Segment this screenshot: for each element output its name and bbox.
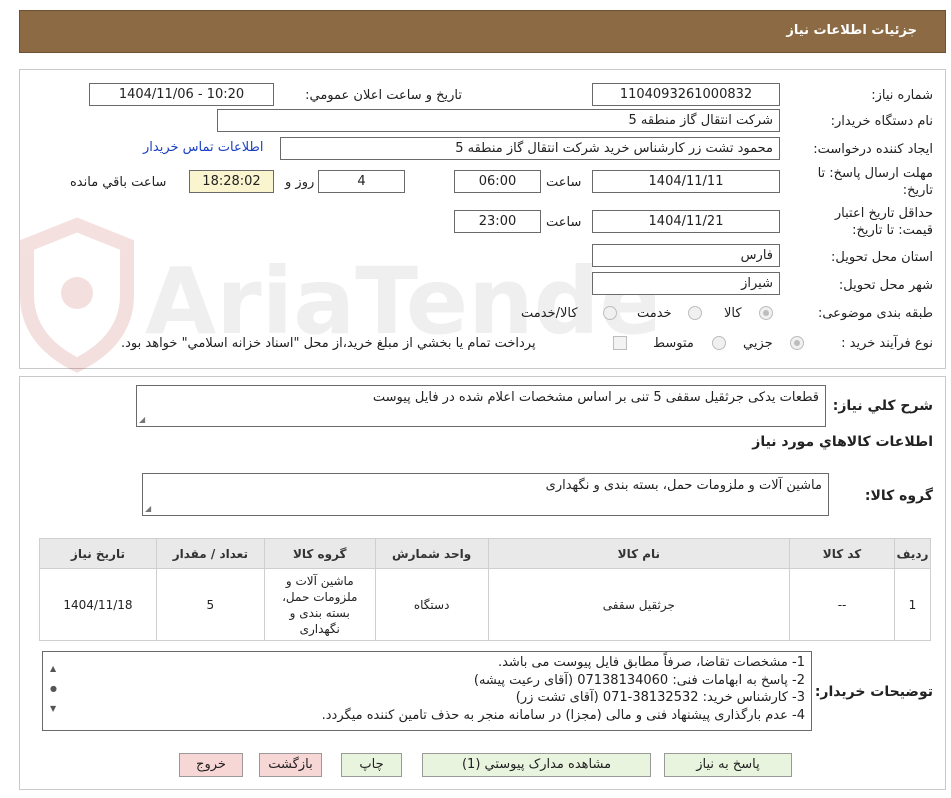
scroll-thumb-icon[interactable]: ●	[50, 680, 57, 698]
days-remaining-field: 4	[318, 170, 405, 193]
days-label: روز و	[285, 175, 315, 190]
reply-deadline-label-2: تاريخ:	[902, 183, 933, 198]
resize-grip-icon[interactable]: ◢	[139, 415, 145, 424]
reply-to-need-button[interactable]: پاسخ به نياز	[664, 753, 792, 777]
col-row: رديف	[893, 538, 932, 569]
province-label: استان محل تحويل:	[831, 250, 933, 265]
treasury-checkbox[interactable]	[613, 336, 627, 350]
note-line: 3- کارشناس خريد: 38132532-071 (آقای تشت …	[515, 690, 805, 705]
goods-group-textarea[interactable]: ماشين آلات و ملزومات حمل، بسته بندی و نگ…	[142, 473, 829, 516]
category-service-label: خدمت	[637, 306, 672, 321]
cell-goods-group: ماشين آلات و ملزومات حمل، بسته بندی و نگ…	[263, 568, 376, 641]
process-medium-radio[interactable]	[712, 336, 726, 350]
need-number-label: شماره نیاز:	[871, 88, 933, 103]
goods-group-label: گروه کالا:	[864, 488, 933, 504]
need-number-field: 1104093261000832	[592, 83, 780, 106]
buyer-notes-label: توضيحات خريدار:	[814, 684, 933, 700]
cell-goods-name: جرثقيل سقفی	[487, 568, 791, 641]
process-medium-label: متوسط	[653, 336, 694, 351]
view-attachments-button[interactable]: مشاهده مدارک پيوستي (1)	[422, 753, 651, 777]
reply-deadline-label: مهلت ارسال پاسخ: تا	[817, 166, 933, 181]
col-goods-code: کد کالا	[789, 538, 895, 569]
reply-time-field: 06:00	[454, 170, 541, 193]
summary-text: قطعات يدکی جرثقيل سقفی 5 تنی بر اساس مشخ…	[372, 390, 819, 405]
creator-label: ايجاد کننده درخواست:	[813, 142, 933, 157]
buyer-org-label: نام دستگاه خريدار:	[830, 114, 933, 129]
goods-group-text: ماشين آلات و ملزومات حمل، بسته بندی و نگ…	[545, 478, 822, 493]
note-line: 2- پاسخ به ابهامات فنی: 07138134060 (آقا…	[473, 672, 805, 688]
remaining-time-field: 18:28:02	[189, 170, 274, 193]
treasury-note: پرداخت تمام يا بخشي از مبلغ خريد،از محل …	[121, 336, 536, 351]
cell-qty: 5	[155, 568, 265, 641]
resize-grip-icon[interactable]: ◢	[145, 504, 151, 513]
category-label: طبقه بندی موضوعی:	[817, 306, 933, 321]
buyer-org-field: شرکت انتقال گاز منطقه 5	[217, 109, 780, 132]
page-header: جزئیات اطلاعات نیاز	[19, 10, 946, 53]
goods-table: تاريخ نياز تعداد / مقدار گروه کالا واحد …	[39, 538, 932, 641]
print-button[interactable]: چاپ	[341, 753, 402, 777]
note-line: 4- عدم بارگذاری پيشنهاد فنی و مالی (مجزا…	[321, 707, 805, 723]
col-goods-name: نام کالا	[487, 538, 791, 569]
reply-date-field: 1404/11/11	[592, 170, 780, 193]
city-label: شهر محل تحويل:	[838, 278, 933, 293]
exit-button[interactable]: خروج	[179, 753, 243, 777]
announce-field: 1404/11/06 - 10:20	[89, 83, 274, 106]
remaining-time-label: ساعت باقي مانده	[70, 175, 167, 190]
summary-label: شرح کلي نياز:	[832, 398, 933, 414]
table-header-row: تاريخ نياز تعداد / مقدار گروه کالا واحد …	[39, 538, 932, 569]
category-service-radio[interactable]	[688, 306, 702, 320]
buyer-notes-box[interactable]: 1- مشخصات تقاضا، صرفاً مطابق فايل پيوست …	[42, 651, 812, 731]
scroll-down-icon[interactable]: ▼	[50, 700, 56, 718]
table-row[interactable]: 1404/11/18 5 ماشين آلات و ملزومات حمل، ب…	[39, 568, 932, 641]
back-button[interactable]: بازگشت	[259, 753, 322, 777]
category-goods-radio[interactable]	[759, 306, 773, 320]
validity-time-label: ساعت	[546, 215, 582, 230]
validity-date-field: 1404/11/21	[592, 210, 780, 233]
buyer-contact-link[interactable]: اطلاعات تماس خريدار	[143, 140, 263, 155]
process-minor-radio[interactable]	[790, 336, 804, 350]
goods-section-title: اطلاعات کالاهاي مورد نياز	[752, 434, 933, 450]
col-unit: واحد شمارش	[374, 538, 489, 569]
cell-goods-code: --	[789, 568, 895, 641]
process-minor-label: جزيي	[743, 336, 773, 351]
note-line: 1- مشخصات تقاضا، صرفاً مطابق فايل پيوست …	[497, 655, 805, 670]
price-validity-label: حداقل تاريخ اعتبار	[834, 206, 933, 221]
cell-need-date: 1404/11/18	[39, 568, 157, 641]
page-title: جزئیات اطلاعات نیاز	[786, 23, 917, 38]
reply-time-label: ساعت	[546, 175, 582, 190]
announce-label: تاریخ و ساعت اعلان عمومي:	[305, 88, 462, 103]
category-goods-service-radio[interactable]	[603, 306, 617, 320]
col-qty: تعداد / مقدار	[155, 538, 265, 569]
creator-field: محمود تشت زر کارشناس خرید شرکت انتقال گا…	[280, 137, 780, 160]
cell-row: 1	[893, 568, 932, 641]
price-validity-label-2: قيمت: تا تاريخ:	[852, 223, 933, 238]
category-goods-service-label: کالا/خدمت	[521, 306, 578, 321]
process-type-label: نوع فرآیند خرید :	[841, 336, 933, 351]
province-field: فارس	[592, 244, 780, 267]
validity-time-field: 23:00	[454, 210, 541, 233]
summary-textarea[interactable]: قطعات يدکی جرثقيل سقفی 5 تنی بر اساس مشخ…	[136, 385, 826, 427]
scroll-up-icon[interactable]: ▲	[50, 660, 56, 678]
city-field: شیراز	[592, 272, 780, 295]
col-goods-group: گروه کالا	[263, 538, 376, 569]
category-goods-label: کالا	[724, 306, 742, 321]
col-need-date: تاريخ نياز	[39, 538, 157, 569]
notes-scrollbar[interactable]: ▲ ● ▼	[45, 654, 61, 718]
cell-unit: دستگاه	[374, 568, 489, 641]
